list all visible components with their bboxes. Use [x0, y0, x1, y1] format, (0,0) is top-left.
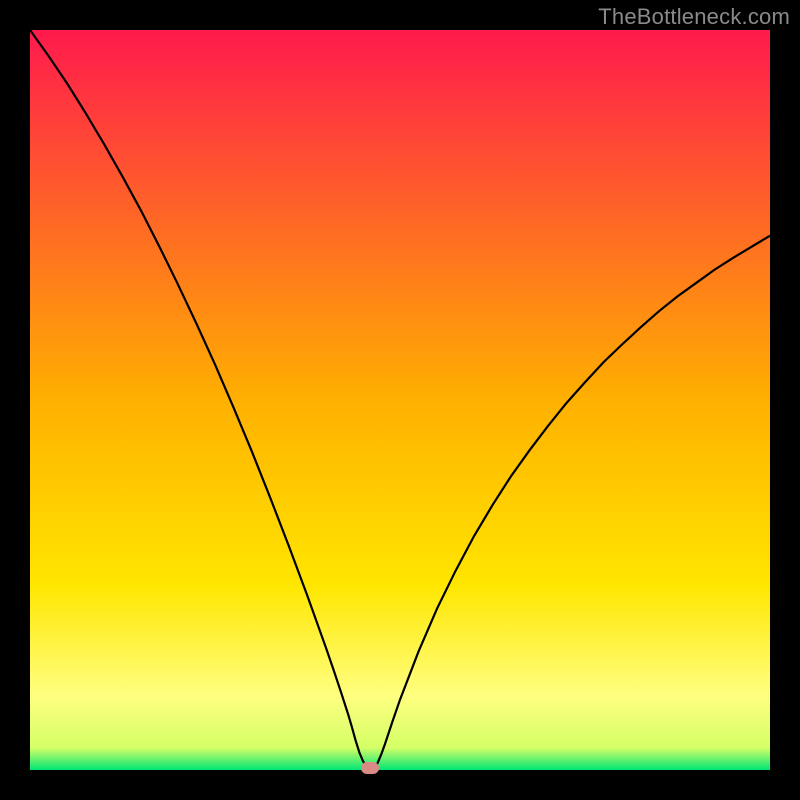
gradient-background: [30, 30, 770, 770]
minimum-marker: [361, 762, 379, 774]
watermark-text: TheBottleneck.com: [598, 4, 790, 30]
plot-area: [30, 30, 770, 770]
chart-frame: TheBottleneck.com: [0, 0, 800, 800]
gradient-plot: [30, 30, 770, 770]
